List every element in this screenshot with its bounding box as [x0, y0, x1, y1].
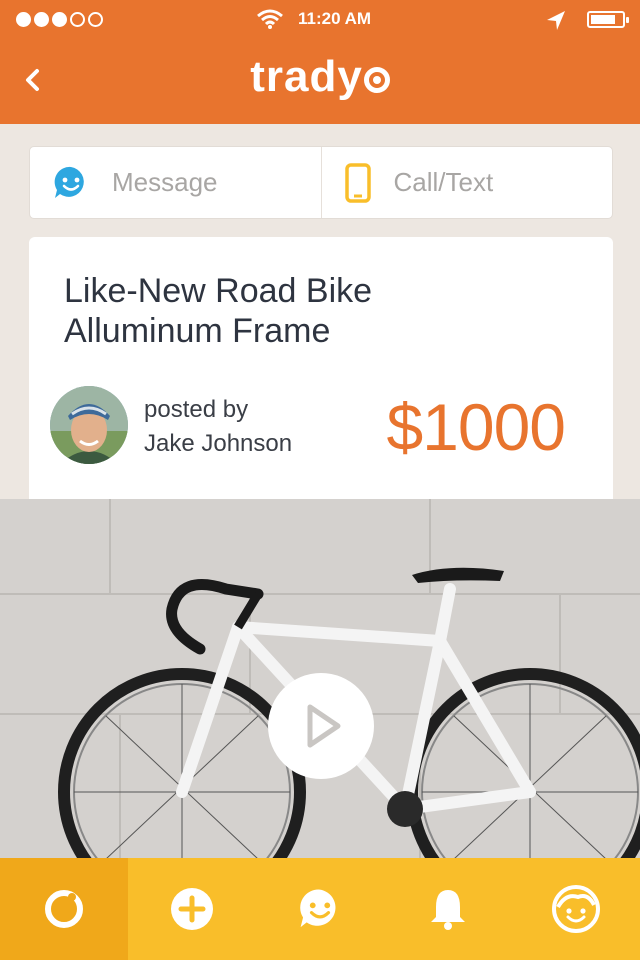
- seller-portrait-image: [50, 386, 128, 464]
- posted-by: posted by Jake Johnson: [144, 393, 292, 461]
- tab-messages[interactable]: [256, 858, 384, 960]
- plus-circle-icon: [171, 888, 213, 930]
- listing-title-line1: Like-New Road Bike: [64, 272, 373, 310]
- contact-bar: Message Call/Text: [29, 146, 613, 219]
- tab-bar: [0, 858, 640, 960]
- tab-notifications[interactable]: [384, 858, 512, 960]
- listing-title-line2: Alluminum Frame: [64, 312, 331, 350]
- chat-smiley-icon: [300, 889, 336, 928]
- status-bar: 11:20 AM: [0, 0, 640, 40]
- nav-bar: trady: [0, 40, 640, 124]
- app-logo: trady: [0, 52, 640, 102]
- call-text-button[interactable]: Call/Text: [320, 147, 613, 218]
- seller-avatar[interactable]: [50, 386, 128, 464]
- refresh-ring-icon: [45, 890, 83, 928]
- message-label: Message: [112, 167, 218, 197]
- seller-name[interactable]: Jake Johnson: [144, 427, 292, 461]
- tab-add[interactable]: [128, 858, 256, 960]
- play-icon: [307, 704, 341, 748]
- listing-title: Like-New Road Bike Alluminum Frame: [64, 271, 584, 351]
- bell-icon: [431, 890, 465, 930]
- face-icon: [552, 885, 600, 933]
- listing-price: $1000: [386, 390, 566, 464]
- location-arrow-icon: [547, 11, 565, 30]
- chat-smiley-icon: [54, 166, 84, 198]
- phone-icon: [344, 162, 371, 203]
- message-button[interactable]: Message: [30, 147, 321, 218]
- wifi-icon: [257, 9, 283, 29]
- header-bar: 11:20 AM trady: [0, 0, 640, 124]
- posted-by-label: posted by: [144, 396, 249, 423]
- battery-icon: [587, 11, 629, 28]
- signal-strength-icon: [16, 12, 103, 27]
- tab-feed[interactable]: [0, 858, 128, 960]
- tab-profile[interactable]: [512, 858, 640, 960]
- listing-card: Like-New Road Bike Alluminum Frame poste…: [29, 237, 613, 499]
- call-text-label: Call/Text: [393, 167, 494, 197]
- play-video-button[interactable]: [268, 673, 374, 779]
- status-time: 11:20 AM: [298, 9, 372, 28]
